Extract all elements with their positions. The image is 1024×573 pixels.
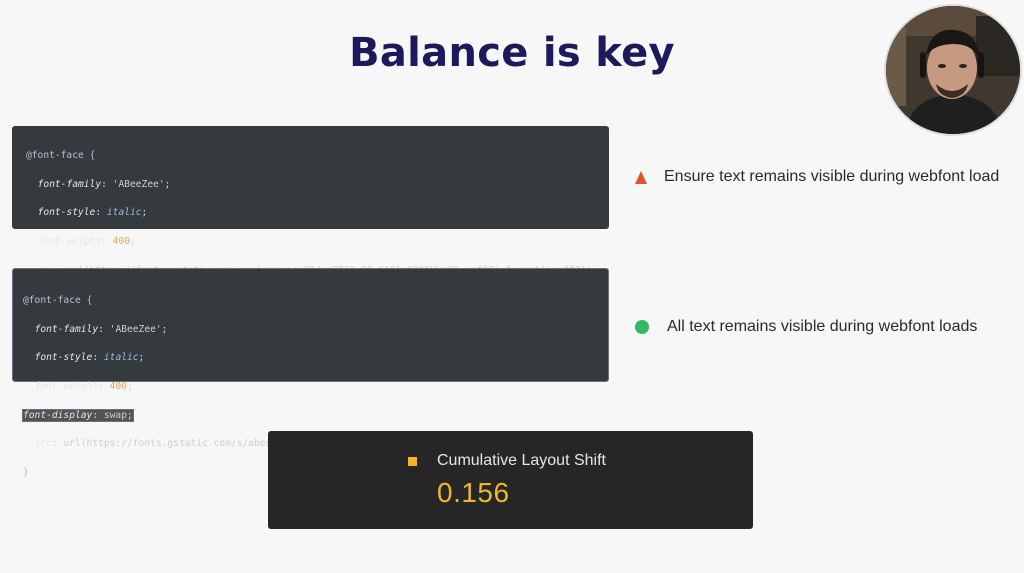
warning-note: Ensure text remains visible during webfo…	[632, 168, 999, 186]
code-block-with-font-display: @font-face { font-family: 'ABeeZee'; fon…	[12, 268, 609, 478]
code-line: @font-face {	[26, 150, 96, 162]
code-line: @font-face {	[23, 295, 93, 307]
pass-note-text: All text remains visible during webfont …	[667, 318, 978, 335]
pass-note: All text remains visible during webfont …	[632, 318, 977, 336]
cls-metric-card: Cumulative Layout Shift 0.156	[268, 431, 753, 529]
metric-label: Cumulative Layout Shift	[437, 452, 606, 469]
presenter-webcam	[886, 6, 1020, 134]
code-line: font-weight: 400;	[37, 236, 136, 248]
code-line: font-style: italic;	[34, 352, 145, 364]
code-line: font-style: italic;	[37, 207, 148, 219]
code-line: font-weight: 400;	[34, 381, 133, 393]
code-line: font-family: 'ABeeZee';	[37, 178, 171, 190]
warning-note-text: Ensure text remains visible during webfo…	[664, 168, 1000, 185]
code-block-without-font-display: @font-face { font-family: 'ABeeZee'; fon…	[12, 126, 609, 304]
presenter-image	[886, 6, 1020, 134]
metric-value: 0.156	[437, 477, 510, 508]
code-line-highlighted: font-display: swap;	[22, 408, 134, 422]
warning-triangle-icon	[635, 170, 647, 184]
pass-circle-icon	[635, 320, 649, 334]
metric-square-icon	[408, 457, 417, 466]
slide-title: Balance is key	[349, 30, 675, 76]
code-line: font-family: 'ABeeZee';	[34, 323, 168, 335]
